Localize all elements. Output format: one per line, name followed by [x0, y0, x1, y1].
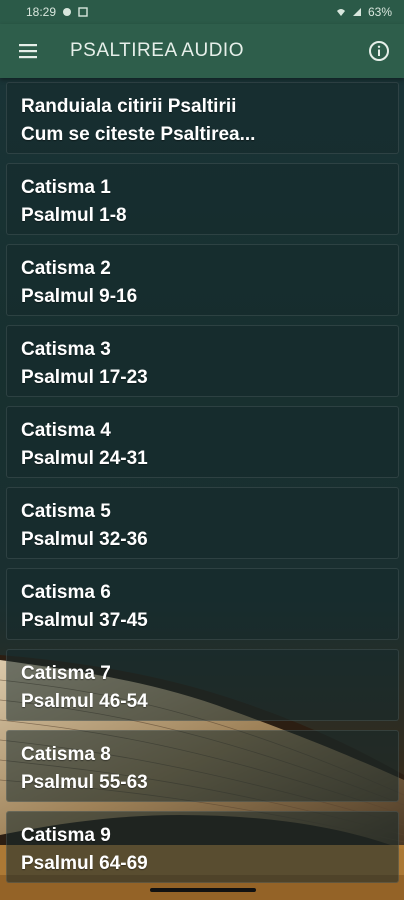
list-item-subtitle: Psalmul 32-36 [21, 529, 148, 550]
info-icon [369, 41, 389, 61]
list-item-subtitle: Psalmul 17-23 [21, 367, 148, 388]
image-notification-icon [78, 7, 88, 17]
list-item-title: Catisma 1 [21, 177, 111, 198]
list-item-title: Catisma 8 [21, 744, 111, 765]
list-item[interactable]: Catisma 6 Psalmul 37-45 [6, 568, 399, 640]
status-bar: 18:29 63% [0, 0, 404, 24]
list-item[interactable]: Catisma 1 Psalmul 1-8 [6, 163, 399, 235]
list-item-title: Randuiala citirii Psaltirii [21, 96, 237, 117]
app-bar: PSALTIREA AUDIO [0, 24, 404, 78]
info-button[interactable] [354, 24, 404, 78]
list-item[interactable]: Catisma 2 Psalmul 9-16 [6, 244, 399, 316]
list-item-title: Catisma 5 [21, 501, 111, 522]
home-indicator[interactable] [150, 888, 256, 892]
status-time: 18:29 [26, 5, 57, 19]
wifi-icon [336, 9, 345, 16]
list-item[interactable]: Randuiala citirii Psaltirii Cum se cites… [6, 82, 399, 154]
list-item[interactable]: Catisma 3 Psalmul 17-23 [6, 325, 399, 397]
list-item-subtitle: Psalmul 55-63 [21, 772, 148, 793]
list-item[interactable]: Catisma 5 Psalmul 32-36 [6, 487, 399, 559]
list-item-title: Catisma 2 [21, 258, 111, 279]
app-title: PSALTIREA AUDIO [70, 40, 244, 61]
list-item-title: Catisma 7 [21, 663, 111, 684]
list-item-subtitle: Psalmul 1-8 [21, 205, 127, 226]
list-item-title: Catisma 3 [21, 339, 111, 360]
list-item-subtitle: Psalmul 46-54 [21, 691, 148, 712]
list-item-subtitle: Psalmul 64-69 [21, 853, 148, 874]
list-item[interactable]: Catisma 7 Psalmul 46-54 [6, 649, 399, 721]
list-item-subtitle: Cum se citeste Psaltirea... [21, 124, 256, 145]
signal-icon [352, 8, 361, 16]
battery-percentage: 63% [367, 5, 392, 19]
list-item[interactable]: Catisma 4 Psalmul 24-31 [6, 406, 399, 478]
menu-button[interactable] [0, 24, 56, 78]
list-item-title: Catisma 4 [21, 420, 111, 441]
list-item[interactable]: Catisma 8 Psalmul 55-63 [6, 730, 399, 802]
list-item-subtitle: Psalmul 37-45 [21, 610, 148, 631]
list-item-subtitle: Psalmul 9-16 [21, 286, 138, 307]
hamburger-menu-icon [19, 44, 37, 59]
list-item-title: Catisma 6 [21, 582, 111, 603]
notification-icon [63, 8, 72, 16]
list-item[interactable]: Catisma 9 Psalmul 64-69 [6, 811, 399, 883]
list-item-title: Catisma 9 [21, 825, 111, 846]
list-item-subtitle: Psalmul 24-31 [21, 448, 148, 469]
